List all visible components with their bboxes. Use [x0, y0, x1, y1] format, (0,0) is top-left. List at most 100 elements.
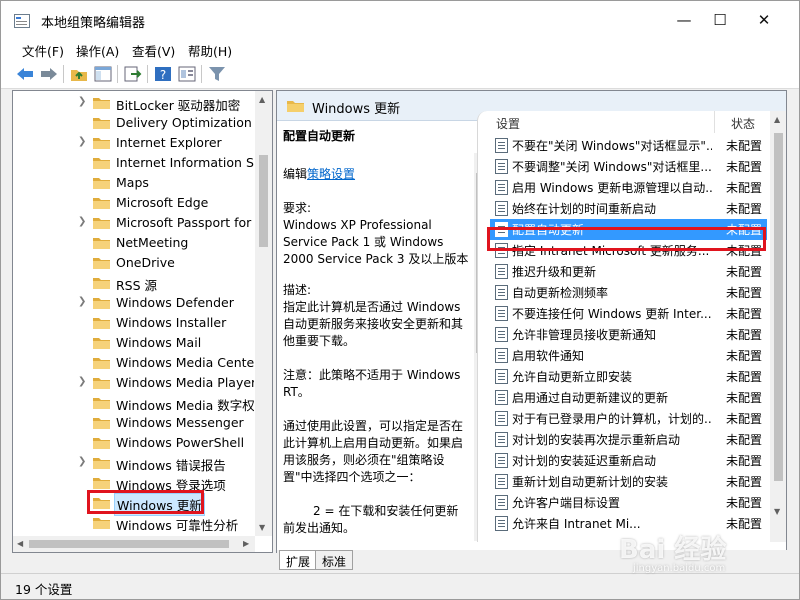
- setting-row[interactable]: 允许自动更新立即安装 未配置: [490, 366, 767, 387]
- tree-item[interactable]: Windows Media Center: [13, 353, 256, 373]
- tree-item-label: Delivery Optimization: [116, 115, 252, 130]
- expand-chevron-icon[interactable]: ❯: [78, 456, 86, 467]
- setting-state: 未配置: [726, 307, 763, 321]
- folder-icon: [93, 98, 110, 109]
- scroll-up-icon[interactable]: ▲: [259, 95, 265, 104]
- tree-item[interactable]: OneDrive: [13, 253, 256, 273]
- tree-item[interactable]: ❯ BitLocker 驱动器加密: [13, 93, 256, 113]
- back-arrow-icon: [17, 68, 33, 80]
- export-list-button[interactable]: [123, 65, 143, 83]
- tree-item[interactable]: Internet Information Ser: [13, 153, 256, 173]
- filter-button[interactable]: [207, 65, 227, 83]
- tree-hscroll-thumb[interactable]: [29, 540, 229, 548]
- policy-setting-icon: [495, 180, 508, 195]
- tree-item[interactable]: Maps: [13, 173, 256, 193]
- tree-item[interactable]: ❯ Microsoft Passport for W: [13, 213, 256, 233]
- expand-chevron-icon[interactable]: ❯: [78, 96, 86, 107]
- menu-action[interactable]: 操作(A): [76, 41, 119, 60]
- policy-setting-icon: [495, 495, 508, 510]
- tree-scroll-thumb[interactable]: [259, 155, 268, 247]
- setting-row[interactable]: 对计划的安装再次提示重新启动 未配置: [490, 429, 767, 450]
- list-vertical-scrollbar[interactable]: ▲ ▼: [770, 111, 786, 542]
- setting-row[interactable]: 启用 Windows 更新电源管理以自动... 未配置: [490, 177, 767, 198]
- tree-item[interactable]: Microsoft Edge: [13, 193, 256, 213]
- tree-vertical-scrollbar[interactable]: ▲ ▼: [255, 91, 272, 536]
- tree-item[interactable]: Windows PowerShell: [13, 433, 256, 453]
- setting-row[interactable]: 自动更新检测频率 未配置: [490, 282, 767, 303]
- note-text: 注意：此策略不适用于 Windows RT。: [283, 368, 461, 399]
- details-title: Windows 更新: [312, 102, 401, 117]
- setting-row[interactable]: 启用软件通知 未配置: [490, 345, 767, 366]
- setting-row[interactable]: 对于有已登录用户的计算机，计划的... 未配置: [490, 408, 767, 429]
- setting-state: 未配置: [726, 181, 763, 195]
- forward-button[interactable]: [39, 65, 59, 83]
- list-scroll-thumb[interactable]: [774, 133, 783, 481]
- tab-standard[interactable]: 标准: [315, 550, 354, 570]
- scroll-down-icon[interactable]: ▼: [259, 523, 265, 532]
- policy-setting-icon: [495, 306, 508, 321]
- setting-row[interactable]: 始终在计划的时间重新启动 未配置: [490, 198, 767, 219]
- tree-horizontal-scrollbar[interactable]: ◀ ▶: [13, 536, 255, 552]
- up-folder-button[interactable]: [69, 65, 89, 83]
- tree-item-label: Microsoft Passport for W: [116, 215, 254, 230]
- setting-state: 未配置: [726, 160, 763, 174]
- scroll-up-icon[interactable]: ▲: [774, 115, 780, 124]
- folder-icon: [93, 458, 110, 469]
- extended-view-button[interactable]: [177, 65, 197, 83]
- close-button[interactable]: ✕: [741, 1, 787, 39]
- setting-row[interactable]: 启用通过自动更新建议的更新 未配置: [490, 387, 767, 408]
- tree-item[interactable]: ❯ Windows Defender: [13, 293, 256, 313]
- tree-item[interactable]: Windows Media 数字权限: [13, 393, 256, 413]
- setting-row[interactable]: 重新计划自动更新计划的安装 未配置: [490, 471, 767, 492]
- highlight-windows-update: [87, 490, 204, 514]
- edit-policy-link[interactable]: 策略设置: [307, 167, 355, 181]
- setting-name: 不要调整"关闭 Windows"对话框里...: [512, 160, 712, 174]
- folder-icon: [93, 258, 110, 269]
- maximize-button[interactable]: ☐: [697, 1, 743, 39]
- tree-item[interactable]: ❯ Windows Media Player: [13, 373, 256, 393]
- expand-chevron-icon[interactable]: ❯: [78, 376, 86, 387]
- console-tree-icon: [94, 66, 112, 82]
- setting-row[interactable]: 允许非管理员接收更新通知 未配置: [490, 324, 767, 345]
- tree-item[interactable]: RSS 源: [13, 273, 256, 293]
- menu-bar: 文件(F) 操作(A) 查看(V) 帮助(H): [1, 39, 799, 59]
- expand-chevron-icon[interactable]: ❯: [78, 216, 86, 227]
- setting-row[interactable]: 不要调整"关闭 Windows"对话框里... 未配置: [490, 156, 767, 177]
- expand-chevron-icon[interactable]: ❯: [78, 136, 86, 147]
- expand-chevron-icon[interactable]: ❯: [78, 296, 86, 307]
- setting-row[interactable]: 不要在"关闭 Windows"对话框显示"... 未配置: [490, 135, 767, 156]
- tree-item[interactable]: NetMeeting: [13, 233, 256, 253]
- folder-icon: [93, 398, 110, 409]
- tree-item[interactable]: Windows Messenger: [13, 413, 256, 433]
- scroll-down-icon[interactable]: ▼: [774, 507, 780, 516]
- scroll-left-icon[interactable]: ◀: [17, 539, 23, 548]
- tree-item[interactable]: Windows 可靠性分析: [13, 513, 256, 533]
- tree-item[interactable]: Windows Installer: [13, 313, 256, 333]
- menu-view[interactable]: 查看(V): [132, 41, 175, 60]
- help-button[interactable]: ?: [153, 65, 173, 83]
- title-bar[interactable]: 本地组策略编辑器 — ☐ ✕: [1, 1, 799, 39]
- column-state[interactable]: 状态: [731, 115, 755, 137]
- menu-file[interactable]: 文件(F): [22, 41, 64, 60]
- tree-item[interactable]: Delivery Optimization: [13, 113, 256, 133]
- scroll-right-icon[interactable]: ▶: [243, 539, 249, 548]
- setting-row[interactable]: 不要连接任何 Windows 更新 Inter... 未配置: [490, 303, 767, 324]
- status-bar: 19 个设置: [1, 573, 799, 599]
- back-button[interactable]: [15, 65, 35, 83]
- tab-extended[interactable]: 扩展: [279, 550, 318, 570]
- policy-setting-icon: [495, 264, 508, 279]
- tree-item[interactable]: Windows Mail: [13, 333, 256, 353]
- tree-item[interactable]: ❯ Internet Explorer: [13, 133, 256, 153]
- setting-row[interactable]: 允许客户端目标设置 未配置: [490, 492, 767, 513]
- setting-row[interactable]: 对计划的安装延迟重新启动 未配置: [490, 450, 767, 471]
- setting-state: 未配置: [726, 475, 763, 489]
- tree-item[interactable]: ❯ Windows 错误报告: [13, 453, 256, 473]
- export-icon: [124, 66, 142, 82]
- setting-row[interactable]: 推迟升级和更新 未配置: [490, 261, 767, 282]
- show-hide-tree-button[interactable]: [93, 65, 113, 83]
- column-setting[interactable]: 设置: [496, 115, 520, 137]
- policy-setting-icon: [495, 411, 508, 426]
- policy-tree[interactable]: ❯ BitLocker 驱动器加密 Delivery Optimization ❯ In…: [12, 90, 273, 553]
- view-icon: [178, 66, 196, 82]
- menu-help[interactable]: 帮助(H): [188, 41, 232, 60]
